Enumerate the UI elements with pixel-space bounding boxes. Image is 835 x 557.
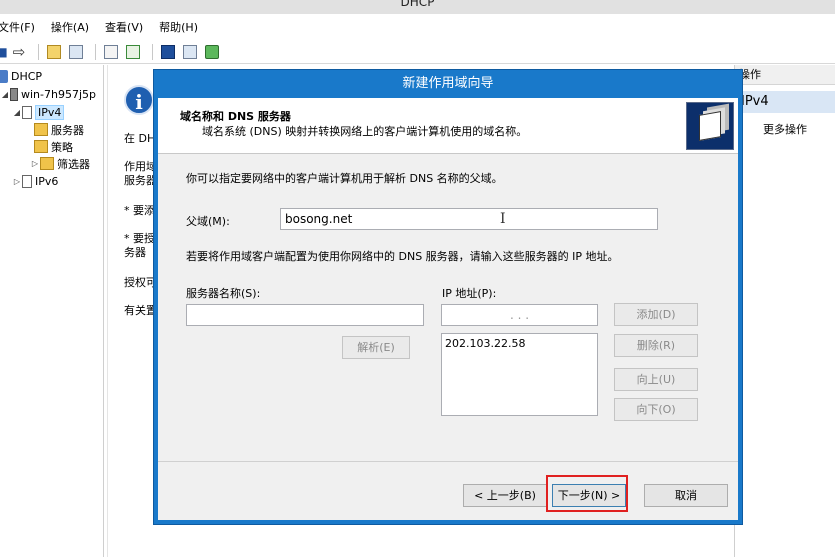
collapse-icon[interactable]: ◢ [12, 108, 22, 117]
help-icon[interactable] [159, 43, 177, 61]
dialog-title: 新建作用域向导 [402, 76, 494, 91]
ipv6-icon [22, 175, 32, 188]
wizard-subheading: 域名系统 (DNS) 映射并转换网络上的客户端计算机使用的域名称。 [202, 125, 528, 138]
wizard-heading: 域名称和 DNS 服务器 [180, 110, 291, 123]
info-text: * 要授 [124, 232, 155, 245]
text-cursor-icon: I [500, 211, 506, 227]
resolve-button[interactable]: 解析(E) [342, 336, 410, 359]
toolbar-separator [95, 43, 96, 60]
wizard-header: 域名称和 DNS 服务器 域名系统 (DNS) 映射并转换网络上的客户端计算机使… [158, 98, 738, 154]
menu-file[interactable]: 文件(F) [0, 19, 35, 35]
dns-server-list[interactable]: 202.103.22.58 [441, 333, 598, 416]
intro-text: 你可以指定要网络中的客户端计算机用于解析 DNS 名称的父域。 [186, 172, 503, 185]
back-button[interactable]: < 上一步(B) [463, 484, 547, 507]
info-text: * 要添 [124, 204, 155, 217]
menu-help[interactable]: 帮助(H) [159, 19, 198, 35]
folder-icon [34, 123, 48, 136]
ip-address-label: IP 地址(P): [442, 287, 497, 300]
filter-icon [40, 157, 54, 170]
dialog-body: 域名称和 DNS 服务器 域名系统 (DNS) 映射并转换网络上的客户端计算机使… [158, 98, 738, 520]
tree-item-dhcp[interactable]: DHCP [0, 68, 42, 85]
parent-domain-label: 父域(M): [186, 215, 230, 228]
move-up-button[interactable]: 向上(U) [614, 368, 698, 391]
ip-address-input[interactable]: . . . [441, 304, 598, 326]
parent-domain-input[interactable] [280, 208, 658, 230]
tree-item-ipv4[interactable]: ◢ IPv4 [12, 104, 65, 121]
up-folder-icon[interactable] [45, 43, 63, 61]
remove-button[interactable]: 删除(R) [614, 334, 698, 357]
toolbar-separator [152, 43, 153, 60]
expand-icon[interactable]: ▷ [12, 177, 22, 186]
tree-item-server-options[interactable]: 服务器 [34, 121, 84, 138]
policy-icon [34, 140, 48, 153]
tree-item-ipv6[interactable]: ▷ IPv6 [12, 173, 58, 190]
add-button[interactable]: 添加(D) [614, 303, 698, 326]
actions-ipv4[interactable]: IPv4 [735, 91, 835, 113]
monitor-icon[interactable] [203, 43, 221, 61]
show-hide-tree-icon[interactable] [67, 43, 85, 61]
new-scope-wizard-dialog: 新建作用域向导 域名称和 DNS 服务器 域名系统 (DNS) 映射并转换网络上… [153, 69, 743, 525]
server-name-input[interactable] [186, 304, 424, 326]
next-button-highlight [546, 475, 628, 512]
actions-header: 操作 [735, 65, 835, 85]
footer-divider [158, 461, 738, 462]
move-down-button[interactable]: 向下(O) [614, 398, 698, 421]
window-titlebar: DHCP [0, 0, 835, 14]
back-icon[interactable]: ■ [0, 43, 8, 61]
info-text: 在 DH [124, 132, 156, 145]
server-icon [10, 88, 18, 101]
console-tree: DHCP ◢ win-7h957j5p ◢ IPv4 服务器 策略 ▷ 筛选器 … [0, 65, 104, 557]
toolbar: ■ ⇨ [0, 40, 835, 64]
info-icon: i [124, 85, 154, 115]
properties-icon[interactable] [102, 43, 120, 61]
window-title: DHCP [400, 0, 435, 9]
dns-server-item[interactable]: 202.103.22.58 [445, 337, 594, 350]
wizard-pages-icon [686, 102, 734, 150]
ipv4-icon [22, 106, 32, 119]
menu-view[interactable]: 查看(V) [105, 19, 143, 35]
actions-pane: 操作 IPv4 更多操作 [734, 65, 835, 557]
tree-item-policies[interactable]: 策略 [34, 138, 73, 155]
server-name-label: 服务器名称(S): [186, 287, 261, 300]
tree-item-server[interactable]: ◢ win-7h957j5p [0, 86, 96, 103]
info-text: 务器 [124, 246, 146, 259]
toolbar-separator [38, 43, 39, 60]
cancel-button[interactable]: 取消 [644, 484, 728, 507]
expand-icon[interactable]: ▷ [30, 159, 40, 168]
forward-icon[interactable]: ⇨ [10, 43, 28, 61]
menu-action[interactable]: 操作(A) [51, 19, 89, 35]
refresh-icon[interactable] [124, 43, 142, 61]
collapse-icon[interactable]: ◢ [0, 90, 10, 99]
dhcp-icon [0, 70, 8, 83]
view-icon[interactable] [181, 43, 199, 61]
tree-item-filters[interactable]: ▷ 筛选器 [30, 155, 90, 172]
menu-bar: 文件(F) 操作(A) 查看(V) 帮助(H) [0, 14, 835, 40]
dns-note: 若要将作用域客户端配置为使用你网络中的 DNS 服务器，请输入这些服务器的 IP… [186, 250, 619, 263]
more-actions-link[interactable]: 更多操作 [735, 121, 835, 137]
